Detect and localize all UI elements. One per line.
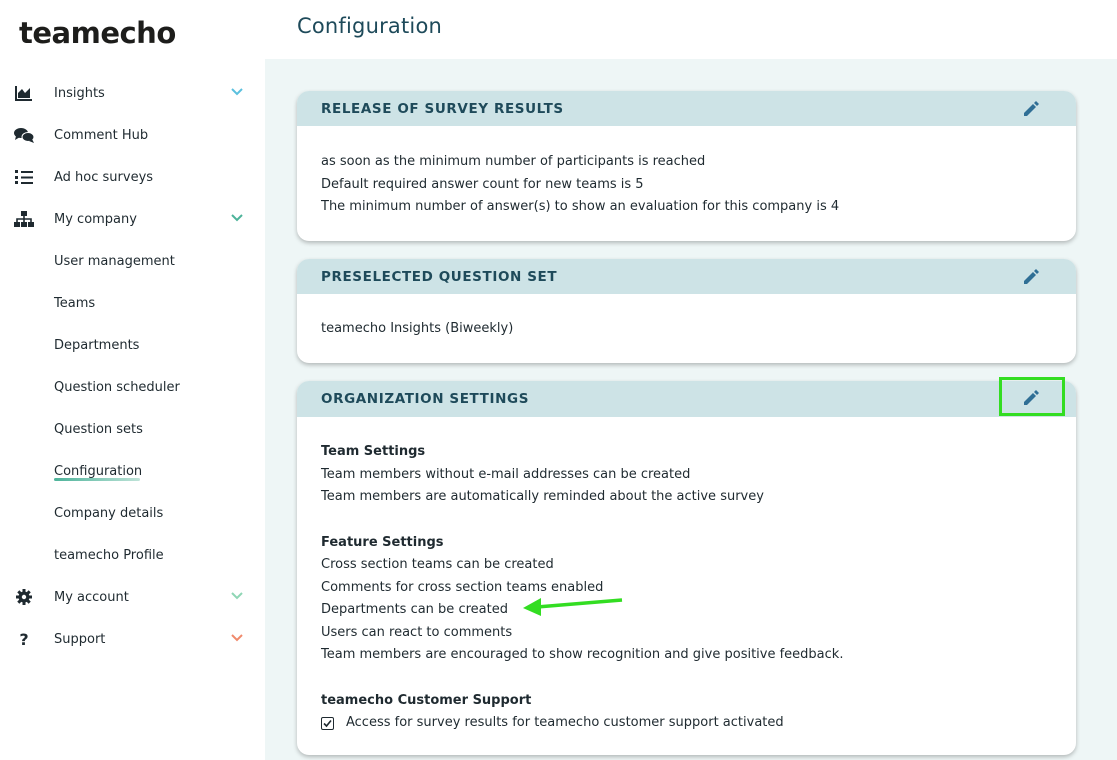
sidebar-item-user-management[interactable]: User management xyxy=(0,247,265,275)
setting-line: Team members are encouraged to show reco… xyxy=(321,647,844,662)
sidebar-item-my-account[interactable]: My account xyxy=(0,583,265,611)
sidebar-item-label: Departments xyxy=(54,337,140,353)
sidebar-item-label: Insights xyxy=(54,85,105,101)
chevron-down-icon[interactable] xyxy=(230,591,244,601)
question-icon: ? xyxy=(19,629,29,649)
sidebar-item-label: My company xyxy=(54,211,137,227)
setting-line: teamecho Insights (Biweekly) xyxy=(321,321,514,336)
card-header: PRESELECTED QUESTION SET xyxy=(297,259,1076,294)
comments-icon xyxy=(14,125,34,145)
section-heading: Feature Settings xyxy=(321,534,444,550)
section-heading: Team Settings xyxy=(321,444,426,459)
sidebar-item-question-sets[interactable]: Question sets xyxy=(0,415,265,443)
setting-line: Departments can be created xyxy=(321,602,508,617)
setting-line: The minimum number of answer(s) to show … xyxy=(321,199,840,214)
setting-line: Team members without e-mail addresses ca… xyxy=(321,466,691,482)
setting-line: Team members are automatically reminded … xyxy=(321,489,764,504)
sidebar-item-company-details[interactable]: Company details xyxy=(0,499,265,527)
gear-icon xyxy=(14,587,34,607)
card-body: Team Settings Team members without e-mai… xyxy=(297,417,1076,735)
pencil-icon[interactable] xyxy=(1022,100,1040,118)
setting-line: Users can react to comments xyxy=(321,624,513,640)
page-title: Configuration xyxy=(297,14,443,38)
sidebar-item-label: teamecho Profile xyxy=(54,547,164,563)
annotation-arrow-icon xyxy=(523,598,623,616)
annotation-highlight-box xyxy=(999,377,1065,416)
sidebar-item-departments[interactable]: Departments xyxy=(0,331,265,359)
card-title: ORGANIZATION SETTINGS xyxy=(321,391,530,407)
card-header: ORGANIZATION SETTINGS xyxy=(297,381,1076,417)
sidebar-item-teams[interactable]: Teams xyxy=(0,289,265,317)
card-body: teamecho Insights (Biweekly) xyxy=(297,294,1076,341)
sidebar-item-label: Question scheduler xyxy=(54,379,180,395)
release-card: RELEASE OF SURVEY RESULTS as soon as the… xyxy=(297,91,1076,241)
active-indicator xyxy=(54,478,140,481)
sidebar-item-label: Teams xyxy=(54,295,96,311)
section-heading: teamecho Customer Support xyxy=(321,692,532,708)
support-access-row: Access for survey results for teamecho c… xyxy=(321,712,1076,735)
sidebar-item-question-scheduler[interactable]: Question scheduler xyxy=(0,373,265,401)
card-title: RELEASE OF SURVEY RESULTS xyxy=(321,100,564,117)
card-header: RELEASE OF SURVEY RESULTS xyxy=(297,91,1076,126)
sidebar-item-label: My account xyxy=(54,589,129,605)
sidebar-item-comment-hub[interactable]: Comment Hub xyxy=(0,121,265,149)
sidebar-item-teamecho-profile[interactable]: teamecho Profile xyxy=(0,541,265,569)
checkbox-label: Access for survey results for teamecho c… xyxy=(346,715,784,730)
sitemap-icon xyxy=(14,209,34,229)
card-title: PRESELECTED QUESTION SET xyxy=(321,268,558,285)
list-numbered-icon xyxy=(14,167,34,187)
card-body: as soon as the minimum number of partici… xyxy=(297,126,1076,219)
organization-settings-card: ORGANIZATION SETTINGS Team Settings Team… xyxy=(297,381,1076,755)
chevron-down-icon[interactable] xyxy=(230,213,244,223)
setting-line: Cross section teams can be created xyxy=(321,557,554,572)
check-icon xyxy=(323,719,332,727)
top-bar: Configuration xyxy=(265,0,1117,59)
sidebar-item-label: Support xyxy=(54,631,106,647)
sidebar-item-label: Ad hoc surveys xyxy=(54,169,154,185)
pencil-icon[interactable] xyxy=(1022,268,1040,286)
setting-line: Default required answer count for new te… xyxy=(321,176,644,192)
sidebar-item-support[interactable]: ? Support xyxy=(0,625,265,653)
checkbox[interactable] xyxy=(321,716,334,730)
sidebar-item-label: User management xyxy=(54,253,175,269)
sidebar: teamecho Insights Comment Hub Ad hoc sur… xyxy=(0,0,265,760)
sidebar-item-my-company[interactable]: My company xyxy=(0,205,265,233)
setting-line: as soon as the minimum number of partici… xyxy=(321,154,706,169)
chevron-down-icon[interactable] xyxy=(230,633,244,643)
chart-area-icon xyxy=(14,83,34,103)
setting-line: Comments for cross section teams enabled xyxy=(321,579,604,595)
sidebar-item-label: Question sets xyxy=(54,421,143,437)
sidebar-item-insights[interactable]: Insights xyxy=(0,79,265,107)
chevron-down-icon[interactable] xyxy=(230,87,244,97)
app-logo[interactable]: teamecho xyxy=(19,16,176,50)
question-set-card: PRESELECTED QUESTION SET teamecho Insigh… xyxy=(297,259,1076,363)
sidebar-item-label: Comment Hub xyxy=(54,127,149,143)
sidebar-item-label: Company details xyxy=(54,505,164,521)
sidebar-item-ad-hoc-surveys[interactable]: Ad hoc surveys xyxy=(0,163,265,191)
sidebar-item-label: Configuration xyxy=(54,463,143,479)
